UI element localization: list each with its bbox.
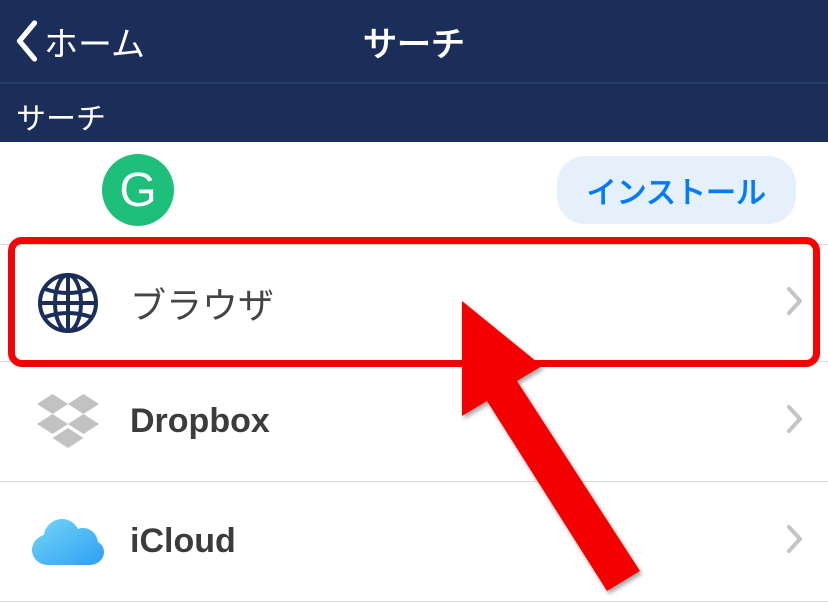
list-item-icloud[interactable]: iCloud: [0, 482, 828, 602]
back-label: ホーム: [44, 17, 145, 66]
back-button[interactable]: ホーム: [0, 17, 145, 66]
icloud-icon: [32, 517, 104, 567]
grammarly-icon[interactable]: G: [102, 154, 174, 226]
globe-icon: [32, 271, 104, 335]
list-item-label: iCloud: [130, 522, 786, 561]
dropbox-icon: [32, 394, 104, 450]
list-item-dropbox[interactable]: Dropbox: [0, 362, 828, 482]
ad-row: G インストール: [0, 142, 828, 238]
nav-bar: ホーム サーチ: [0, 0, 828, 82]
chevron-right-icon: [786, 404, 804, 439]
list-item-label: Dropbox: [130, 402, 786, 441]
source-list: ブラウザ Dropbox: [0, 244, 828, 602]
chevron-right-icon: [786, 286, 804, 321]
install-label: インストール: [587, 177, 766, 210]
section-label: サーチ: [16, 103, 106, 136]
page-title: サーチ: [363, 17, 465, 66]
section-header: サーチ: [0, 82, 828, 142]
ad-icon-letter: G: [119, 163, 156, 218]
chevron-right-icon: [786, 524, 804, 559]
list-item-label: ブラウザ: [130, 277, 786, 329]
install-button[interactable]: インストール: [557, 156, 796, 224]
list-item-browser[interactable]: ブラウザ: [0, 244, 828, 362]
chevron-left-icon: [14, 20, 40, 62]
